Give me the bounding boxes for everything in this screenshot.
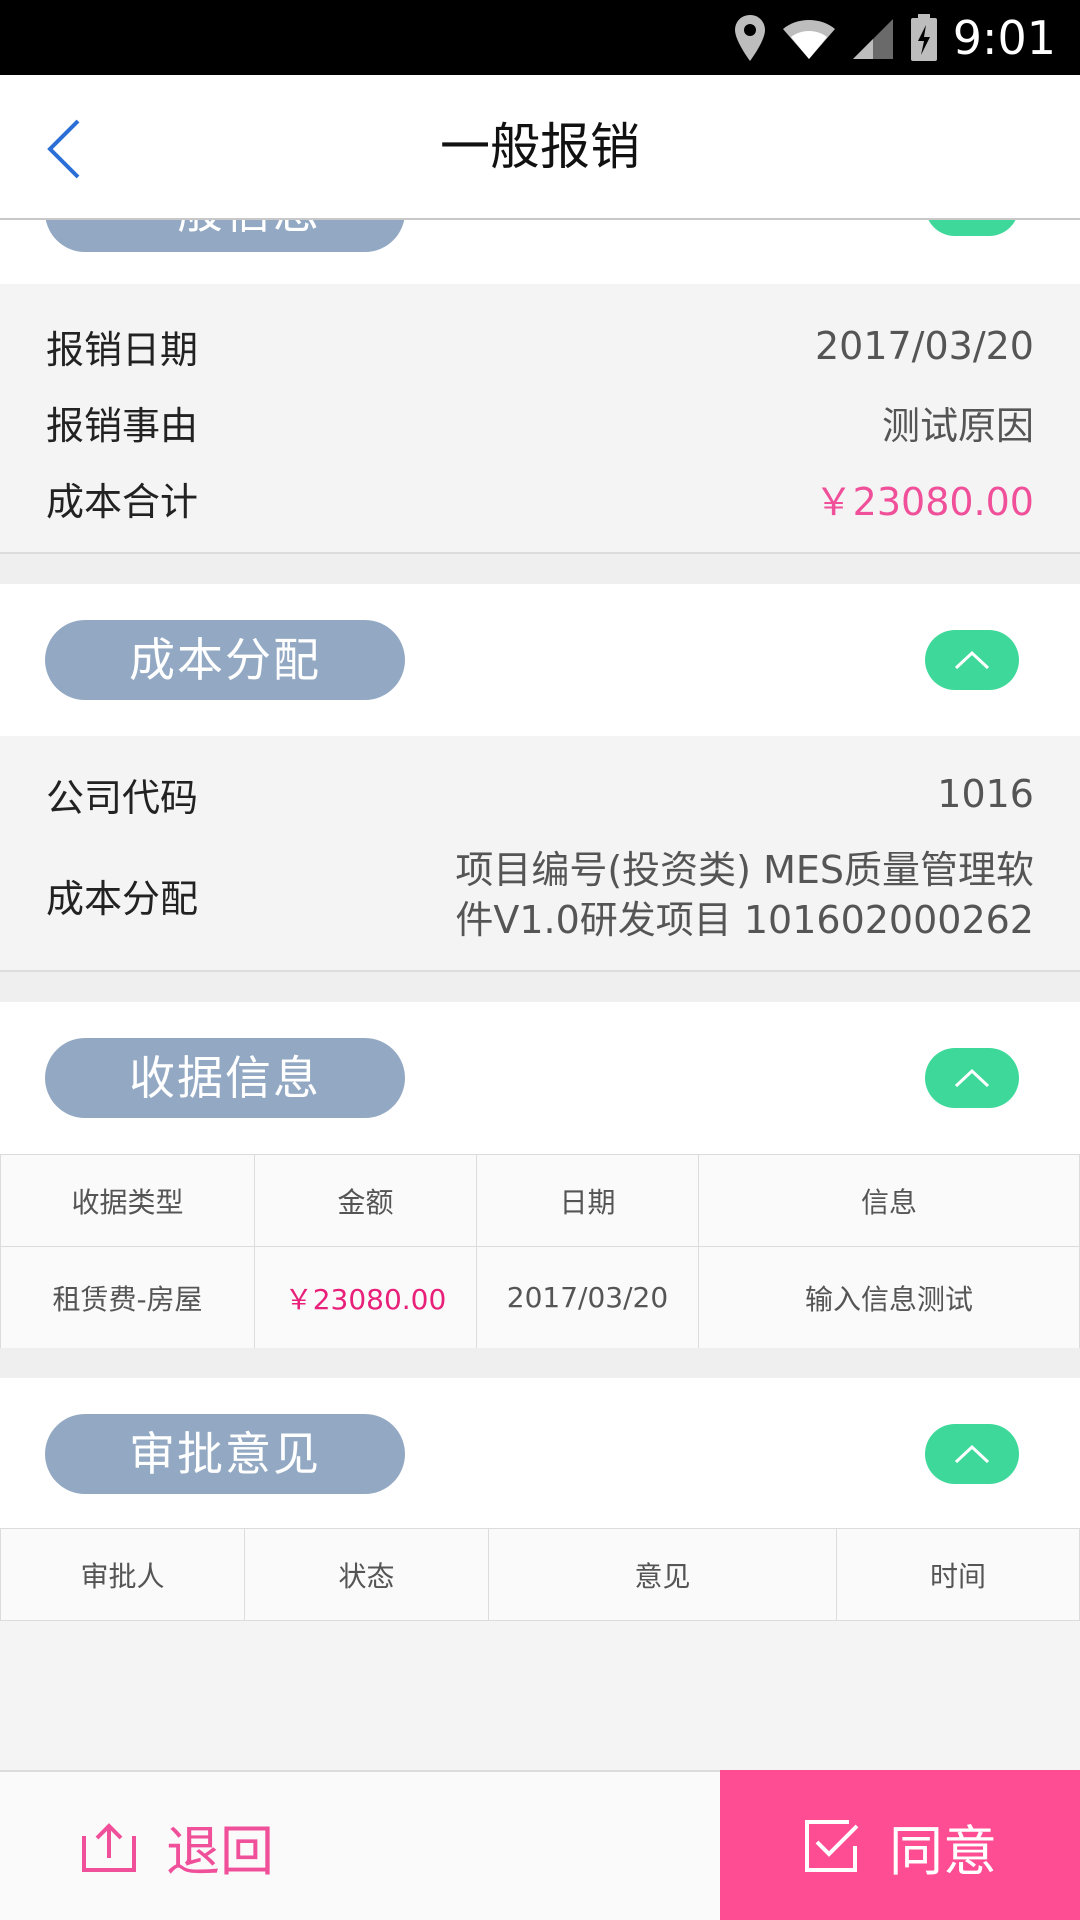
col-info: 信息: [698, 1154, 1080, 1247]
nav-bar: 一般报销: [0, 75, 1080, 220]
cell-date: 2017/03/20: [476, 1246, 699, 1349]
status-bar: 9:01: [0, 0, 1080, 75]
agree-button[interactable]: 同意: [720, 1770, 1080, 1920]
section-approval-header: 审批意见: [0, 1378, 1080, 1528]
label-expense-date: 报销日期: [46, 327, 199, 372]
return-label: 退回: [166, 1819, 274, 1883]
section-approval-pill: 审批意见: [45, 1414, 405, 1494]
col-date: 日期: [476, 1154, 699, 1247]
section-general-toggle[interactable]: [925, 220, 1019, 236]
section-gap: [0, 1348, 1080, 1378]
section-cost-pill: 成本分配: [45, 620, 405, 700]
return-button[interactable]: 退回: [0, 1772, 720, 1920]
table-row[interactable]: 租赁费-房屋 ￥23080.00 2017/03/20 输入信息测试: [0, 1246, 1080, 1349]
receipt-table: 收据类型 金额 日期 信息 租赁费-房屋 ￥23080.00 2017/03/2…: [0, 1154, 1080, 1349]
label-cost-total: 成本合计: [46, 479, 199, 524]
col-amount: 金额: [254, 1154, 477, 1247]
label-expense-reason: 报销事由: [46, 403, 199, 448]
general-info-block: 报销日期 2017/03/20 报销事由 测试原因 成本合计 ￥23080.00: [0, 284, 1080, 554]
cost-info-block: 公司代码 1016 成本分配 项目编号(投资类) MES质量管理软 件V1.0研…: [0, 736, 1080, 972]
value-cost-allocation-line2: 件V1.0研发项目 101602000262: [455, 898, 1034, 942]
agree-label: 同意: [889, 1819, 997, 1883]
section-gap: [0, 972, 1080, 1002]
chevron-up-icon: [954, 650, 990, 670]
approval-table: 审批人 状态 意见 时间: [0, 1528, 1080, 1621]
col-opinion: 意见: [488, 1528, 837, 1621]
row-expense-reason: 报销事由 测试原因: [46, 392, 1034, 452]
section-receipt-toggle[interactable]: [925, 1048, 1019, 1108]
section-approval-toggle[interactable]: [925, 1424, 1019, 1484]
signal-icon: [852, 19, 893, 59]
value-company-code: 1016: [937, 772, 1034, 816]
row-cost-total: 成本合计 ￥23080.00: [46, 468, 1034, 528]
chevron-up-icon: [954, 1444, 990, 1464]
cell-info: 输入信息测试: [698, 1246, 1080, 1349]
section-general-pill: 一般信息: [45, 220, 405, 252]
section-receipt-pill: 收据信息: [45, 1038, 405, 1118]
bottom-action-bar: 退回 同意: [0, 1770, 1080, 1920]
checkbox-check-icon: [805, 1820, 859, 1872]
col-receipt-type: 收据类型: [0, 1154, 255, 1247]
col-approver: 审批人: [0, 1528, 245, 1621]
wifi-icon: [782, 20, 835, 59]
upload-icon: [82, 1823, 136, 1872]
row-company-code: 公司代码 1016: [46, 764, 1034, 824]
battery-charging-icon: [910, 14, 937, 61]
section-cost-header: 成本分配: [0, 584, 1080, 736]
section-general-header: 一般信息: [0, 220, 1080, 284]
section-receipt-header: 收据信息: [0, 1002, 1080, 1154]
row-cost-allocation: 成本分配 项目编号(投资类) MES质量管理软 件V1.0研发项目 101602…: [46, 840, 1034, 950]
label-company-code: 公司代码: [46, 775, 199, 820]
table-header-row: 审批人 状态 意见 时间: [0, 1528, 1080, 1621]
page-title: 一般报销: [440, 118, 640, 176]
value-cost-allocation: 项目编号(投资类) MES质量管理软 件V1.0研发项目 10160200026…: [455, 845, 1034, 945]
label-cost-allocation: 成本分配: [46, 876, 199, 921]
value-cost-allocation-line1: 项目编号(投资类) MES质量管理软: [455, 848, 1034, 892]
chevron-up-icon: [954, 1068, 990, 1088]
value-expense-date: 2017/03/20: [814, 324, 1034, 368]
col-time: 时间: [836, 1528, 1080, 1621]
content-scroll[interactable]: 一般信息 报销日期 2017/03/20 报销事由 测试原因 成本合计 ￥230…: [0, 220, 1080, 1770]
cell-amount: ￥23080.00: [254, 1246, 477, 1349]
section-cost-toggle[interactable]: [925, 630, 1019, 690]
section-gap: [0, 554, 1080, 584]
status-time: 9:01: [952, 11, 1056, 65]
location-icon: [734, 15, 765, 61]
value-cost-total: ￥23080.00: [814, 479, 1034, 524]
row-expense-date: 报销日期 2017/03/20: [46, 316, 1034, 376]
table-header-row: 收据类型 金额 日期 信息: [0, 1154, 1080, 1247]
value-expense-reason: 测试原因: [881, 403, 1034, 448]
status-icons: 9:01: [733, 10, 1056, 66]
cell-receipt-type: 租赁费-房屋: [0, 1246, 255, 1349]
col-status: 状态: [244, 1528, 489, 1621]
